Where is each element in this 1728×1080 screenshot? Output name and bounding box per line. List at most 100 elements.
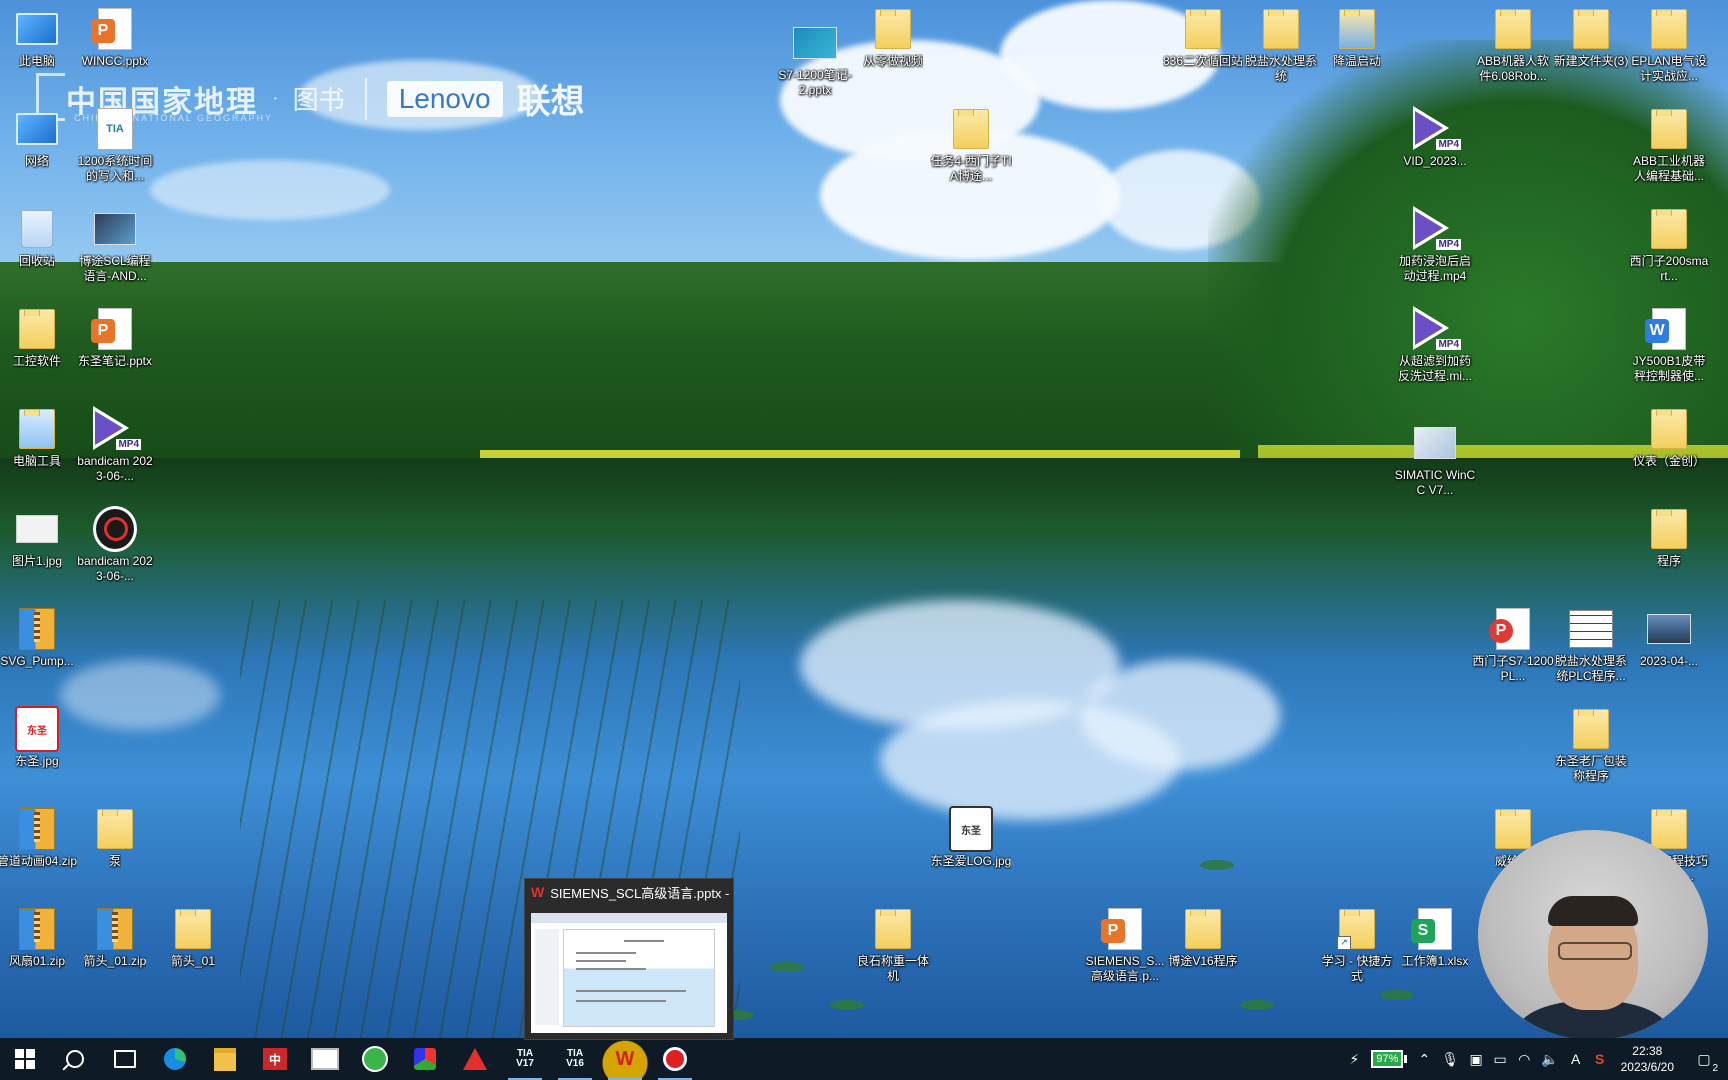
zip-file-icon	[15, 806, 59, 852]
desktop-icon-photo-2023-04[interactable]: 2023-04-...	[1628, 606, 1710, 669]
folder-icon	[15, 406, 59, 452]
desktop-icon-new-folder-3[interactable]: 新建文件夹(3)	[1550, 6, 1632, 69]
folder-icon	[171, 906, 215, 952]
desktop-icon-1200-time[interactable]: TIA 1200系统时间的写入和...	[74, 106, 156, 184]
task-view-icon	[114, 1050, 136, 1068]
taskbar-tia-v17[interactable]: TIA V17	[500, 1038, 550, 1080]
tray-app-icon[interactable]: ▣	[1469, 1038, 1483, 1080]
desktop-icon-instruments[interactable]: 仪表（金创）	[1628, 406, 1710, 469]
ppt-file-icon: P	[91, 6, 137, 52]
desktop-icon-wincc-v7[interactable]: SIMATIC WinCC V7...	[1394, 420, 1476, 498]
watermark-book: 图书	[292, 86, 345, 116]
desktop-icon-pc-tools[interactable]: 电脑工具	[0, 406, 78, 469]
wifi-icon[interactable]: ◠	[1517, 1038, 1531, 1080]
desktop-icon-image1[interactable]: 图片1.jpg	[0, 506, 78, 569]
taskbar-colorful-app[interactable]	[400, 1038, 450, 1080]
desktop-icon-study-shortcut[interactable]: ↗ 学习 - 快捷方式	[1316, 906, 1398, 984]
folder-icon	[1491, 806, 1535, 852]
green-app-icon	[362, 1046, 388, 1072]
battery-icon[interactable]: ▭	[1493, 1038, 1507, 1080]
taskbar-edge[interactable]	[150, 1038, 200, 1080]
desktop-icon-pipe-anim[interactable]: 管道动画04.zip	[0, 806, 78, 869]
clock[interactable]: 22:38 2023/6/20	[1621, 1043, 1674, 1075]
desktop-icon-arrow-folder[interactable]: 箭头_01	[152, 906, 234, 969]
mp4-file-icon: MP4	[93, 406, 141, 452]
taskbar-red-app[interactable]: 中	[250, 1038, 300, 1080]
desktop-icon-eplan[interactable]: EPLAN电气设计实战应...	[1628, 6, 1710, 84]
wps-tray-icon[interactable]: S	[1593, 1038, 1607, 1080]
desktop-icon-video-from-zero[interactable]: 从零做视频	[852, 6, 934, 69]
desktop-icon-program[interactable]: 程序	[1628, 506, 1710, 569]
folder-icon	[1647, 406, 1691, 452]
desktop-icon-plc-program[interactable]: 脱盐水处理系统PLC程序...	[1550, 606, 1632, 684]
chevron-up-icon[interactable]: ⌃	[1417, 1038, 1431, 1080]
search-icon	[66, 1050, 84, 1068]
preview-thumbnail[interactable]	[531, 913, 727, 1033]
desktop-icon-bandicam-app[interactable]: bandicam 2023-06-...	[74, 506, 156, 584]
search-button[interactable]	[50, 1038, 100, 1080]
taskbar-recorder[interactable]	[650, 1038, 700, 1080]
desktop-icon-task4[interactable]: 任务4-西门子TIA博途...	[930, 106, 1012, 184]
photo-file-icon	[1647, 606, 1691, 652]
desktop-icon-dosing-mp4[interactable]: MP4 加药浸泡后启动过程.mp4	[1394, 206, 1476, 284]
desktop-icon-log-jpg[interactable]: 东圣 东圣爱LOG.jpg	[930, 806, 1012, 869]
desktop-icon-workbook[interactable]: S 工作簿1.xlsx	[1394, 906, 1476, 969]
desktop-icon-this-pc[interactable]: 此电脑	[0, 6, 78, 69]
start-button[interactable]	[0, 1038, 50, 1080]
task-view-button[interactable]	[100, 1038, 150, 1080]
webcam-overlay	[1478, 830, 1708, 1040]
desktop-icon-abb-robot[interactable]: ABB机器人软件6.08Rob...	[1472, 6, 1554, 84]
desktop-icon-backwash-mp4[interactable]: MP4 从超滤到加药反洗过程.mi...	[1394, 306, 1476, 384]
desktop-icon-recycle-bin[interactable]: 回收站	[0, 206, 78, 269]
network-icon	[15, 106, 59, 152]
desktop-icon-s7-1200-notes[interactable]: S7-1200笔记-2.pptx	[774, 20, 856, 98]
battery-indicator[interactable]: 97%	[1371, 1038, 1408, 1080]
desktop-icon-network[interactable]: 网络	[0, 106, 78, 169]
desktop-icon-packing-program[interactable]: 东圣老厂包装称程序	[1550, 706, 1632, 784]
desktop-icon-abb-basics[interactable]: ABB工业机器人编程基础...	[1628, 106, 1710, 184]
desktop-icon-fan-zip[interactable]: 风扇01.zip	[0, 906, 78, 969]
desktop-icon-siemens-scl-pptx[interactable]: P SIEMENS_S...高级语言.p...	[1084, 906, 1166, 984]
slide-file-icon	[793, 20, 837, 66]
taskbar-warning-app[interactable]	[450, 1038, 500, 1080]
tia-v17-icon: TIA V17	[516, 1048, 534, 1069]
desktop-icon-836-station[interactable]: 836二次循回站	[1162, 6, 1244, 69]
zip-file-icon	[15, 606, 59, 652]
pdf-file-icon: P	[1489, 606, 1535, 652]
notification-button[interactable]: ▢ 2	[1692, 1051, 1718, 1074]
desktop-icon-svg-pump[interactable]: SVG_Pump...	[0, 606, 78, 669]
desktop-icon-dongsheng-jpg[interactable]: 东圣 东圣.jpg	[0, 706, 78, 769]
microphone-icon[interactable]: 🎙	[1441, 1038, 1459, 1080]
desktop-icon-bandicam-mp4[interactable]: MP4 bandicam 2023-06-...	[74, 406, 156, 484]
taskbar-tia-v16[interactable]: TIA V16	[550, 1038, 600, 1080]
taskbar-file-explorer[interactable]	[200, 1038, 250, 1080]
desktop-icon-vid-2023[interactable]: MP4 VID_2023...	[1394, 106, 1476, 169]
video-file-icon	[93, 206, 137, 252]
desktop-icon-dongsheng-notes[interactable]: P 东圣笔记.pptx	[74, 306, 156, 369]
mp4-file-icon: MP4	[1413, 306, 1461, 352]
taskbar-window-preview[interactable]: W SIEMENS_SCL高级语言.pptx - ...	[524, 878, 734, 1040]
desktop-icon-cooling-start[interactable]: 降温启动	[1316, 6, 1398, 69]
desktop-icon-desalination[interactable]: 脱盐水处理系统	[1240, 6, 1322, 84]
desktop-icon-pump-folder[interactable]: 泵	[74, 806, 156, 869]
recycle-bin-icon	[15, 206, 59, 252]
desktop-icon-industrial-software[interactable]: 工控软件	[0, 306, 78, 369]
taskbar-network-app[interactable]	[300, 1038, 350, 1080]
preview-title: SIEMENS_SCL高级语言.pptx - ...	[550, 885, 733, 901]
desktop-icon-arrow-zip[interactable]: 箭头_01.zip	[74, 906, 156, 969]
desktop-icon-botu-v16[interactable]: 博途V16程序	[1162, 906, 1244, 969]
bandicam-icon	[93, 506, 137, 552]
desktop-icon-scl-video[interactable]: 博途SCL编程语言-AND...	[74, 206, 156, 284]
taskbar-wps[interactable]: W	[600, 1038, 650, 1080]
desktop-icon-s7-1200-pdf[interactable]: P 西门子S7-1200 PL...	[1472, 606, 1554, 684]
folder-icon	[214, 1047, 236, 1071]
desktop-icon-jy500b1[interactable]: W JY500B1皮带秤控制器使...	[1628, 306, 1710, 384]
input-method[interactable]: A	[1569, 1038, 1583, 1080]
desktop-icon-wincc-pptx[interactable]: P WINCC.pptx	[74, 6, 156, 69]
desktop-icon-weighing[interactable]: 良石称重一体机	[852, 906, 934, 984]
folder-icon	[1259, 6, 1303, 52]
volume-icon[interactable]: 🔈	[1541, 1038, 1558, 1080]
taskbar-green-app[interactable]	[350, 1038, 400, 1080]
desktop-icon-200smart[interactable]: 西门子200smart...	[1628, 206, 1710, 284]
logo-image-icon: 东圣	[949, 806, 993, 852]
